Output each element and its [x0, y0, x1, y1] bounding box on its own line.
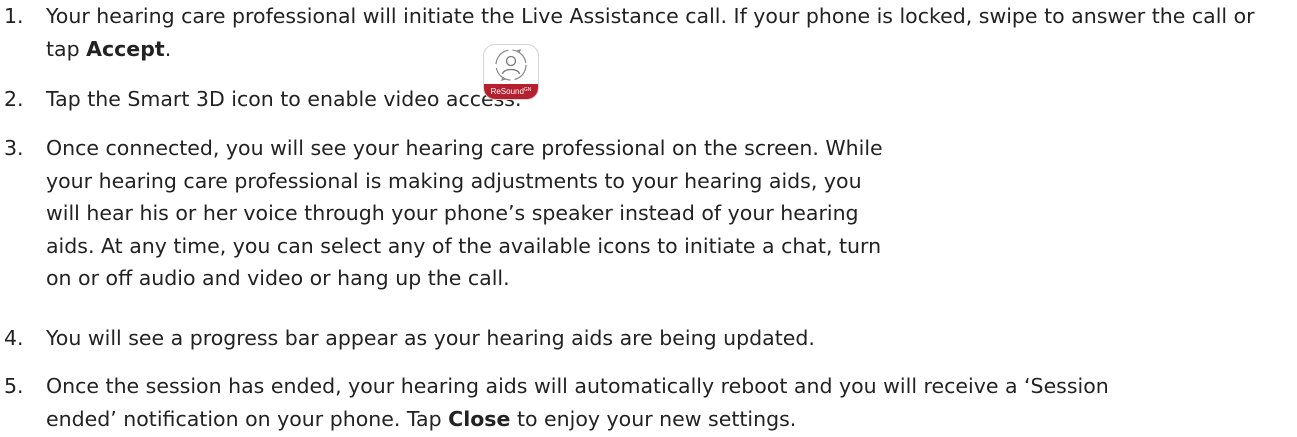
step-number: 1.	[4, 4, 24, 28]
step-number: 2.	[4, 87, 24, 111]
person-sync-icon	[495, 49, 527, 81]
step-number: 3.	[4, 136, 24, 160]
resound-logo: ReSoundGN	[490, 87, 532, 96]
step-text: Once connected, you will see your hearin…	[46, 136, 883, 290]
step-number: 5.	[4, 374, 24, 398]
instruction-page: 1. Your hearing care professional will i…	[0, 0, 1297, 437]
step-text: Your hearing care professional will init…	[46, 4, 1255, 61]
step-4: 4. You will see a progress bar appear as…	[4, 322, 1289, 355]
accept-label: Accept	[86, 36, 165, 61]
smart-3d-app-icon: ReSoundGN	[483, 44, 539, 100]
step-2: 2. Tap the Smart 3D icon to enable video…	[4, 83, 1289, 116]
step-text: Tap the Smart 3D icon to enable video ac…	[46, 87, 522, 111]
step-number: 4.	[4, 326, 24, 350]
step-5: 5. Once the session has ended, your hear…	[4, 370, 1289, 435]
step-text: Once the session has ended, your hearing…	[46, 374, 1109, 431]
step-3: 3. Once connected, you will see your hea…	[4, 132, 1289, 295]
close-label: Close	[448, 406, 511, 431]
step-1: 1. Your hearing care professional will i…	[4, 0, 1289, 65]
step-text: You will see a progress bar appear as yo…	[46, 326, 815, 350]
